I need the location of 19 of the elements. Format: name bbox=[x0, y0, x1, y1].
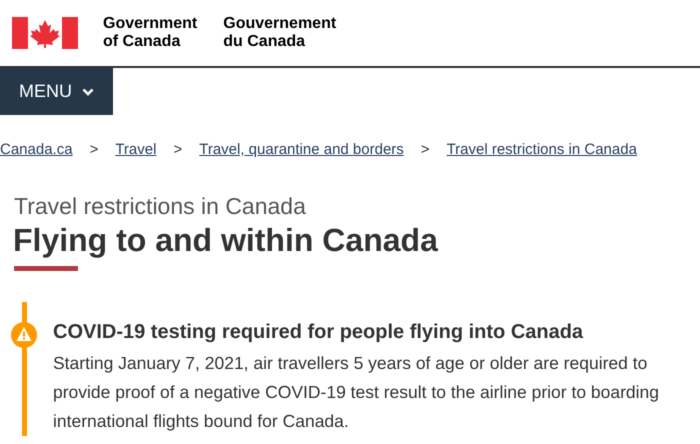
government-name: du Canada bbox=[223, 33, 306, 51]
page-title: Flying to and within Canada bbox=[13, 220, 440, 260]
breadcrumb-link[interactable]: Canada.ca bbox=[0, 139, 73, 162]
alert-text: Starting January 7, 2021, air travellers 5 years of age or older are required to provide proof of a negative COVID-19 test result to the airline prior to boarding international flights bound for Canada. bbox=[53, 352, 660, 433]
title-underline bbox=[14, 266, 78, 270]
breadcrumb-separator: > bbox=[90, 140, 98, 160]
breadcrumb-link[interactable]: Travel, quarantine and borders bbox=[199, 139, 404, 162]
chevron-down-icon bbox=[82, 88, 94, 96]
alert-heading: COVID-19 testing required for people flying into Canada bbox=[53, 320, 584, 344]
government-name: Government bbox=[103, 15, 198, 33]
canada-flag-icon bbox=[12, 17, 78, 49]
government-name: Gouvernement bbox=[223, 15, 336, 33]
breadcrumb-separator: > bbox=[173, 140, 182, 160]
breadcrumb-link[interactable]: Travel bbox=[115, 139, 156, 162]
breadcrumb-link[interactable]: Travel restrictions in Canada bbox=[446, 139, 637, 162]
government-name: of Canada bbox=[103, 33, 182, 51]
menu-button[interactable]: MENU bbox=[0, 68, 113, 115]
breadcrumb-separator: > bbox=[420, 140, 430, 160]
page-subtitle: Travel restrictions in Canada bbox=[14, 192, 307, 220]
